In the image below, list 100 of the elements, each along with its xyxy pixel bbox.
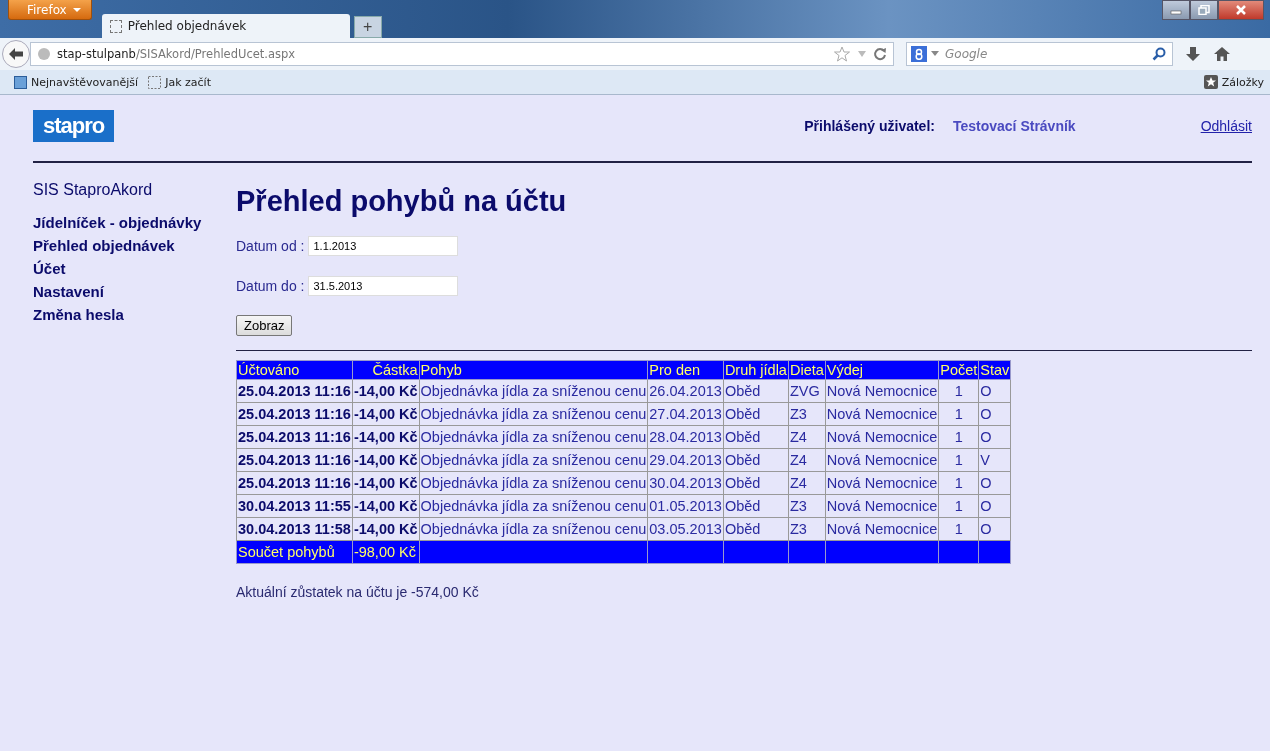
back-arrow-icon <box>8 47 24 61</box>
dropdown-icon[interactable] <box>931 51 939 57</box>
table-cell: Objednávka jídla za sníženou cenu <box>419 379 648 403</box>
close-button[interactable] <box>1218 0 1264 20</box>
column-header: Výdej <box>825 360 939 380</box>
table-cell: Objednávka jídla za sníženou cenu <box>419 517 648 541</box>
column-header: Počet <box>938 360 979 380</box>
page-icon <box>109 19 122 33</box>
table-cell: 1 <box>938 471 979 495</box>
date-field[interactable]: 1.1.2013 <box>308 236 459 256</box>
table-cell: -14,00 Kč <box>352 379 420 403</box>
sidebar-link[interactable]: Přehled objednávek <box>33 234 236 257</box>
column-header: Stav <box>978 360 1011 380</box>
restore-button[interactable] <box>1190 0 1218 20</box>
table-cell: 29.04.2013 <box>647 448 724 472</box>
star-icon <box>1203 75 1218 89</box>
table-cell: Objednávka jídla za sníženou cenu <box>419 448 648 472</box>
table-cell: 25.04.2013 11:16 <box>236 425 353 449</box>
table-cell: Nová Nemocnice <box>825 402 939 426</box>
new-tab-button[interactable]: + <box>353 16 382 38</box>
column-header: Pohyb <box>419 360 648 380</box>
table-cell: O <box>978 471 1011 495</box>
table-cell: Nová Nemocnice <box>825 448 939 472</box>
column-header: Pro den <box>647 360 724 380</box>
table-cell: Nová Nemocnice <box>825 494 939 518</box>
address-bar[interactable]: stap-stulpanb/SISAkord/PrehledUcet.aspx <box>30 42 894 66</box>
sidebar-link[interactable]: Účet <box>33 257 236 280</box>
table-cell: -14,00 Kč <box>352 471 420 495</box>
home-icon[interactable] <box>1213 46 1231 62</box>
globe-icon <box>37 47 51 61</box>
caret-icon <box>72 7 81 12</box>
column-header: Účtováno <box>236 360 353 380</box>
sidebar-link[interactable]: Nastavení <box>33 280 236 303</box>
table-cell: Oběd <box>723 425 789 449</box>
table-cell: 25.04.2013 11:16 <box>236 402 353 426</box>
table-cell: 25.04.2013 11:16 <box>236 379 353 403</box>
table-cell: 26.04.2013 <box>647 379 724 403</box>
bookmark-link[interactable]: Nejnavštěvovanější <box>14 75 139 89</box>
table-cell: 03.05.2013 <box>647 517 724 541</box>
table-cell: 28.04.2013 <box>647 425 724 449</box>
table-cell: 1 <box>938 402 979 426</box>
table-cell: Z3 <box>788 517 826 541</box>
search-bar[interactable]: Google <box>906 42 1173 66</box>
table-cell: 1 <box>938 379 979 403</box>
minimize-button[interactable] <box>1162 0 1190 20</box>
table-cell: Z3 <box>788 494 826 518</box>
table-cell: Z4 <box>788 448 826 472</box>
back-button[interactable] <box>2 40 30 68</box>
table-cell: Oběd <box>723 517 789 541</box>
table-cell: O <box>978 379 1011 403</box>
table-cell: V <box>978 448 1011 472</box>
table-cell: Nová Nemocnice <box>825 517 939 541</box>
date-field[interactable]: 31.5.2013 <box>308 276 459 296</box>
table-cell: Objednávka jídla za sníženou cenu <box>419 425 648 449</box>
table-cell: 1 <box>938 517 979 541</box>
table-cell: Oběd <box>723 448 789 472</box>
table-cell: Oběd <box>723 471 789 495</box>
table-cell: O <box>978 517 1011 541</box>
table-cell: 25.04.2013 11:16 <box>236 448 353 472</box>
table-cell: 01.05.2013 <box>647 494 724 518</box>
table-cell: -14,00 Kč <box>352 517 420 541</box>
table-cell: -14,00 Kč <box>352 448 420 472</box>
table-cell: 30.04.2013 11:55 <box>236 494 353 518</box>
table-cell: ZVG <box>788 379 826 403</box>
table-cell: Z4 <box>788 425 826 449</box>
table-cell: Nová Nemocnice <box>825 425 939 449</box>
star-icon[interactable] <box>833 46 851 62</box>
page-icon <box>148 75 162 89</box>
sidebar-link[interactable]: Změna hesla <box>33 303 236 326</box>
sidebar-link[interactable]: Jídelníček - objednávky <box>33 211 236 234</box>
table-cell: -14,00 Kč <box>352 494 420 518</box>
table-cell: Objednávka jídla za sníženou cenu <box>419 471 648 495</box>
reload-icon[interactable] <box>873 47 887 61</box>
table-cell: 27.04.2013 <box>647 402 724 426</box>
logout-link[interactable]: Odhlásit <box>1200 118 1252 134</box>
search-icon[interactable] <box>1152 47 1166 61</box>
table-cell: Oběd <box>723 379 789 403</box>
table-cell: O <box>978 402 1011 426</box>
column-header: Druh jídla <box>723 360 789 380</box>
search-engine-icon <box>911 46 927 62</box>
table-cell: Objednávka jídla za sníženou cenu <box>419 494 648 518</box>
field-label: Datum od : <box>236 238 305 254</box>
browser-tab[interactable]: Přehled objednávek <box>101 14 350 38</box>
bookmarks-menu[interactable]: Záložky <box>1203 75 1264 89</box>
table-cell: Nová Nemocnice <box>825 379 939 403</box>
close-icon <box>1234 5 1248 15</box>
table-cell: Nová Nemocnice <box>825 471 939 495</box>
user-name: Testovací Strávník <box>952 118 1076 134</box>
logo: stapro <box>33 110 115 142</box>
column-header: Dieta <box>788 360 826 380</box>
table-cell: 30.04.2013 <box>647 471 724 495</box>
total-label: Součet pohybů <box>236 540 353 564</box>
balance-text: Aktuální zůstatek na účtu je -574,00 Kč <box>236 584 480 600</box>
page-title: Přehled pohybů na účtu <box>236 185 568 218</box>
table-cell: 1 <box>938 494 979 518</box>
show-button[interactable]: Zobraz <box>236 315 293 336</box>
app-title: SIS StaproAkord <box>33 181 154 199</box>
bookmark-link[interactable]: Jak začít <box>148 75 211 89</box>
download-icon[interactable] <box>1185 46 1201 62</box>
table-cell: 25.04.2013 11:16 <box>236 471 353 495</box>
